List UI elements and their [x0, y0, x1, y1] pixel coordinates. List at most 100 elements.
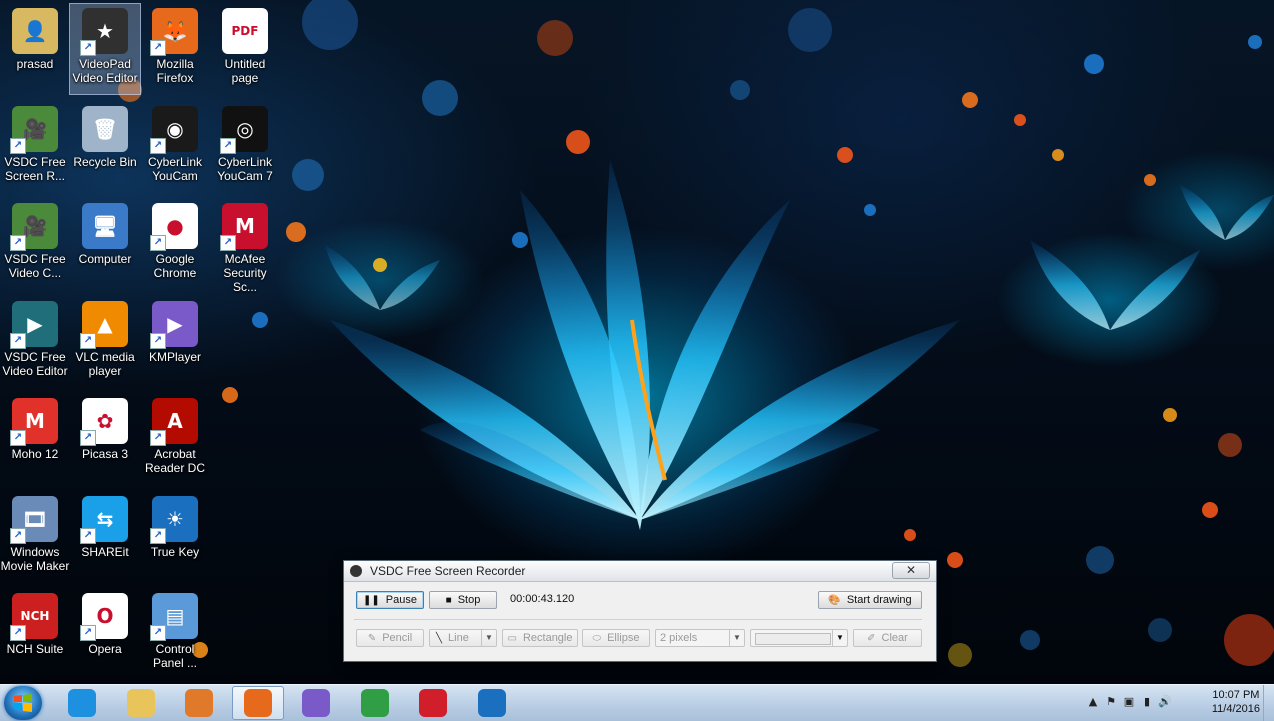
display-icon[interactable]: ▣: [1122, 695, 1136, 709]
shortcut-arrow-icon: ↗: [10, 137, 26, 154]
network-signal-icon[interactable]: ▮: [1140, 695, 1154, 709]
desktop-icon-kmplayer[interactable]: ▶ ↗ KMPlayer: [140, 297, 210, 387]
close-icon: ✕: [905, 563, 917, 577]
desktop-icon-untitled[interactable]: PDF Untitled page: [210, 4, 280, 94]
thickness-select[interactable]: 2 pixels ▼: [655, 629, 745, 647]
desktop-icon-picasa[interactable]: ✿ ↗ Picasa 3: [70, 394, 140, 484]
chevron-down-icon: ▼: [729, 630, 744, 646]
desktop-icon-label: Computer: [78, 252, 132, 266]
taskbar-app-media[interactable]: [173, 686, 225, 720]
shortcut-arrow-icon: ↗: [220, 137, 236, 154]
thickness-value: 2 pixels: [660, 632, 698, 644]
desktop-icon-moviemaker[interactable]: 🎞 ↗ Windows Movie Maker: [0, 492, 70, 582]
shortcut-arrow-icon: ↗: [150, 137, 166, 154]
show-hidden-icons-icon[interactable]: ▲: [1086, 695, 1100, 709]
desktop-icon-youcam7[interactable]: ◎ ↗ CyberLink YouCam 7: [210, 102, 280, 192]
desktop-icon-opera[interactable]: O ↗ Opera: [70, 589, 140, 679]
taskbar-app-firefox[interactable]: [231, 686, 284, 720]
truekey-icon: ☀ ↗: [150, 495, 198, 544]
clear-button[interactable]: ✐ Clear: [853, 629, 922, 647]
desktop-icon-label: Moho 12: [11, 447, 59, 461]
color-select[interactable]: ▼: [750, 629, 848, 647]
truekey-icon: [477, 689, 506, 717]
desktop-icon-videopad[interactable]: ★ ↗ VideoPad Video Editor: [69, 3, 141, 95]
desktop-icon-chrome[interactable]: ● ↗ Google Chrome: [140, 199, 210, 289]
shortcut-arrow-icon: ↗: [150, 527, 166, 544]
vlc-icon: ▲ ↗: [80, 300, 128, 349]
toolbar-divider: [354, 619, 922, 620]
start-drawing-button[interactable]: 🎨 Start drawing: [818, 591, 922, 609]
youcam-icon: ◉ ↗: [150, 105, 198, 154]
shortcut-arrow-icon: ↗: [150, 235, 166, 251]
prasad-icon: 👤: [12, 8, 58, 54]
taskbar-app-explorer[interactable]: [115, 686, 167, 720]
clock-date: 11/4/2016: [1211, 703, 1260, 715]
desktop-icon-recycle[interactable]: 🗑 Recycle Bin: [70, 102, 140, 192]
start-button[interactable]: [4, 686, 42, 720]
videopad-icon: ★ ↗: [80, 8, 128, 56]
taskbar-app-truekey[interactable]: [466, 686, 518, 720]
desktop-icon-acrobat[interactable]: A ↗ Acrobat Reader DC: [140, 394, 210, 484]
show-desktop-button[interactable]: [1263, 685, 1274, 721]
volume-icon[interactable]: 🔊: [1158, 695, 1172, 709]
desktop-icon-label: prasad: [16, 57, 54, 71]
moho-icon: M ↗: [10, 398, 58, 446]
desktop-icon-mcafee[interactable]: M ↗ McAfee Security Sc...: [210, 199, 280, 294]
rectangle-button[interactable]: ▭ Rectangle: [502, 629, 578, 647]
close-button[interactable]: ✕: [892, 562, 930, 579]
desktop-icon-vsdc-vc[interactable]: 🎥 ↗ VSDC Free Video C...: [0, 199, 70, 289]
chrome-icon: ● ↗: [150, 203, 198, 251]
desktop-icon-moho[interactable]: M ↗ Moho 12: [0, 394, 70, 484]
desktop-icon-label: Opera: [88, 642, 122, 656]
rectangle-icon: ▭: [507, 632, 517, 644]
taskbar-app-opera[interactable]: [407, 686, 459, 720]
desktop-icon-vlc[interactable]: ▲ ↗ VLC media player: [70, 297, 140, 387]
desktop-icon-controlpanel[interactable]: ▤ ↗ Control Panel ...: [140, 589, 210, 679]
picasa-icon: ✿ ↗: [80, 398, 128, 446]
action-center-icon[interactable]: ⚑: [1104, 695, 1118, 709]
vsdc-ve-icon: ▶ ↗: [10, 300, 58, 349]
desktop-icon-label: KMPlayer: [148, 349, 201, 364]
desktop-icon-label: True Key: [150, 544, 200, 559]
ellipse-button[interactable]: ⬭ Ellipse: [582, 629, 650, 647]
recorder-title-bar[interactable]: VSDC Free Screen Recorder: [344, 561, 936, 582]
desktop-icon-truekey[interactable]: ☀ ↗ True Key: [140, 492, 210, 582]
shortcut-arrow-icon: ↗: [80, 40, 96, 56]
moviemaker-icon: 🎞 ↗: [10, 495, 58, 544]
desktop-icon-label: Acrobat Reader DC: [144, 447, 206, 475]
desktop-icon-youcam[interactable]: ◉ ↗ CyberLink YouCam: [140, 102, 210, 192]
desktop-icon-vsdc-rec[interactable]: 🎥 ↗ VSDC Free Screen R...: [0, 102, 70, 192]
desktop-icon-shareit[interactable]: ⇆ ↗ SHAREit: [70, 492, 140, 582]
taskbar-app-kmplayer[interactable]: [290, 686, 342, 720]
shortcut-arrow-icon: ↗: [80, 625, 96, 641]
opera-icon: [419, 689, 447, 717]
pencil-icon: ✎: [367, 632, 377, 644]
desktop-icon-prasad[interactable]: 👤 prasad: [0, 4, 70, 94]
desktop-icon-label: Recycle Bin: [73, 154, 137, 169]
kmplayer-icon: [302, 689, 330, 717]
shortcut-arrow-icon: ↗: [10, 332, 26, 349]
desktop-icon-label: NCH Suite: [6, 642, 64, 656]
vsdc-rec-icon: 🎥 ↗: [10, 105, 58, 154]
nch-icon: NCH ↗: [10, 593, 58, 641]
desktop-icon-computer[interactable]: 🖥 Computer: [70, 199, 140, 289]
stop-button[interactable]: ■ Stop: [429, 591, 497, 609]
media-icon: [185, 689, 213, 717]
system-clock[interactable]: 10:07 PM 11/4/2016: [1212, 688, 1260, 716]
desktop-icon-firefox[interactable]: 🦊 ↗ Mozilla Firefox: [140, 4, 210, 94]
pencil-button[interactable]: ✎ Pencil: [356, 629, 424, 647]
vsdc-vc-icon: 🎥 ↗: [10, 203, 58, 251]
pause-label: Pause: [385, 594, 417, 606]
desktop-icon-label: Windows Movie Maker: [0, 544, 70, 573]
chevron-down-icon: ▼: [832, 630, 847, 646]
pause-button[interactable]: ❚❚ Pause: [356, 591, 424, 609]
desktop-icon-label: Mozilla Firefox: [156, 57, 194, 85]
line-dropdown[interactable]: ╲ Line ▼: [429, 629, 497, 647]
desktop-icon-nch[interactable]: NCH ↗ NCH Suite: [0, 589, 70, 679]
taskbar-app-chrome[interactable]: [349, 686, 401, 720]
taskbar-app-ie[interactable]: [56, 686, 108, 720]
stop-label: Stop: [457, 594, 481, 606]
rectangle-label: Rectangle: [522, 632, 573, 644]
system-tray: ▲ ⚑ ▣ ▮ 🔊 10:07 PM 11/4/2016: [1084, 685, 1274, 721]
desktop-icon-vsdc-ve[interactable]: ▶ ↗ VSDC Free Video Editor: [0, 297, 70, 387]
